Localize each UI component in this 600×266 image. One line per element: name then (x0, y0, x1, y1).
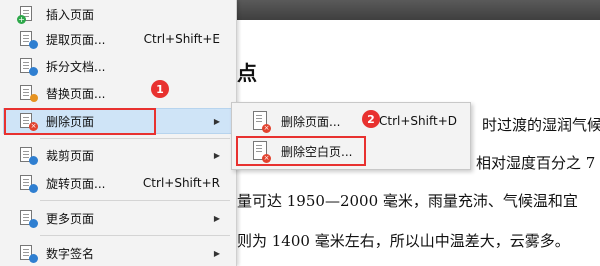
replace-page-icon (18, 84, 38, 102)
more-pages-icon (18, 209, 38, 228)
menu-item-replace-pages[interactable]: 替换页面... (4, 81, 232, 105)
menu-item-label: 提取页面... (46, 32, 106, 47)
menu-item-label: 拆分文档... (46, 59, 106, 74)
submenu-item-shortcut: Ctrl+Shift+D (379, 114, 457, 128)
document-line: 量可达 1950—2000 毫米，雨量充沛、气候温和宜 (237, 192, 578, 210)
menu-separator (40, 200, 230, 201)
document-line: 则为 1400 毫米左右，所以山中温差大，云雾多。 (237, 232, 570, 250)
submenu-arrow-icon: ▶ (213, 116, 220, 126)
menu-item-digital-signature[interactable]: 数字签名 ▶ (4, 241, 232, 265)
menu-item-split-document[interactable]: 拆分文档... (4, 54, 232, 78)
menu-item-extract-pages[interactable]: 提取页面... Ctrl+Shift+E (4, 27, 232, 51)
submenu-arrow-icon: ▶ (213, 213, 220, 223)
menu-item-crop-pages[interactable]: 裁剪页面 ▶ (4, 143, 232, 167)
submenu-item-delete-pages[interactable]: × 删除页面... Ctrl+Shift+D (235, 107, 467, 135)
menu-item-label: 数字签名 (46, 246, 95, 261)
menu-item-label: 更多页面 (46, 211, 95, 226)
crop-page-icon (18, 146, 38, 165)
menu-item-shortcut: Ctrl+Shift+E (143, 32, 220, 46)
split-document-icon (18, 57, 38, 76)
document-line: 相对湿度百分之 7 (476, 154, 596, 172)
extract-page-icon (18, 30, 38, 49)
menu-item-more-pages[interactable]: 更多页面 ▶ (4, 206, 232, 230)
insert-page-icon: + (17, 5, 36, 24)
menu-separator (40, 235, 230, 236)
menu-item-rotate-pages[interactable]: 旋转页面... Ctrl+Shift+R (4, 171, 232, 195)
step-badge-1: 1 (151, 80, 169, 98)
menu-item-label: 旋转页面... (46, 176, 106, 191)
highlight-box-delete-blank-pages (236, 136, 366, 166)
menu-item-label: 插入页面 (46, 7, 95, 22)
highlight-box-delete-pages (4, 108, 156, 135)
menu-item-insert-page[interactable]: + 插入页面 (4, 2, 232, 26)
document-line: 时过渡的湿润气候 (482, 116, 600, 134)
submenu-arrow-icon: ▶ (213, 248, 220, 258)
step-badge-2: 2 (362, 110, 380, 128)
submenu-arrow-icon: ▶ (213, 150, 220, 160)
menu-item-shortcut: Ctrl+Shift+R (142, 176, 220, 190)
menu-separator (40, 138, 230, 139)
menu-item-label: 替换页面... (46, 86, 106, 101)
rotate-page-icon (18, 174, 38, 193)
submenu-item-label: 删除页面... (281, 114, 341, 129)
document-heading: 点 (237, 61, 257, 85)
delete-pages-icon: × (251, 110, 271, 133)
menu-item-label: 裁剪页面 (46, 148, 95, 163)
digital-signature-icon (18, 244, 38, 263)
